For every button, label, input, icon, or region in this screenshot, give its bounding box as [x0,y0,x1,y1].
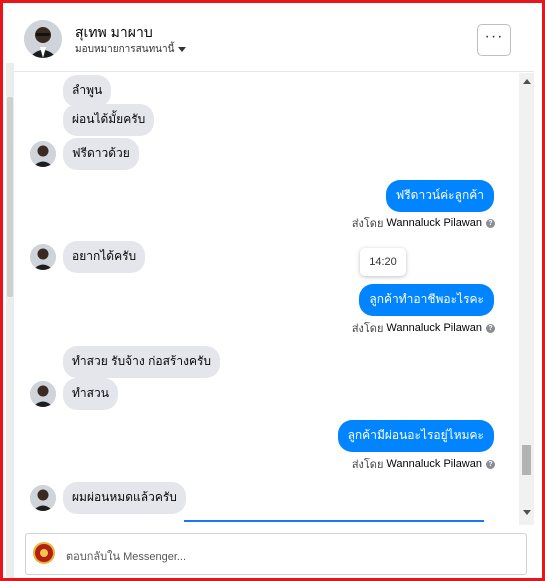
message-row: อยากได้ครับ [63,241,146,273]
sent-by-prefix: ส่งโดย [351,218,384,230]
reply-placeholder: ตอบกลับใน Messenger... [66,551,187,563]
info-icon[interactable]: ? [486,323,495,333]
assign-conversation-dropdown[interactable]: มอบหมายการสนทนานี้ [75,42,187,57]
screenshot-frame: สุเทพ มาผาบ มอบหมายการสนทนานี้ ··· ลำพูน… [0,0,545,581]
person-avatar-icon [30,485,56,511]
message-row: ผ่อนได้มั้ยครับ [63,104,155,136]
incoming-message[interactable]: ทำสวย รับจ้าง ก่อสร้างครับ [63,346,221,378]
sent-by-label: ส่งโดย Wannaluck Pilawan? [352,319,495,337]
person-avatar-icon [24,20,62,58]
contact-name[interactable]: สุเทพ มาผาบ [75,22,153,44]
assign-label: มอบหมายการสนทนานี้ [75,44,175,55]
message-row: ทำสวย รับจ้าง ก่อสร้างครับ [63,346,221,378]
sender-avatar[interactable] [30,381,56,407]
outgoing-message[interactable]: ลูกค้ามีผ่อนอะไรอยู่ไหมคะ [337,420,494,452]
message-row: ลูกค้าทำอาชีพอะไรคะ [359,284,494,316]
sent-by-prefix: ส่งโดย [351,323,384,335]
incoming-message[interactable]: ผมผ่อนหมดแล้วครับ [63,482,186,514]
agent-name[interactable]: Wannaluck Pilawan [386,322,482,334]
left-scroll-strip [6,63,14,578]
incoming-message[interactable]: อยากได้ครับ [63,241,146,273]
sender-avatar[interactable] [30,485,56,511]
thread-scrollbar[interactable] [519,73,534,525]
outgoing-message[interactable]: ฟรีดาวน์ค่ะลูกค้า [385,180,494,212]
message-row: ทำสวน [63,378,118,410]
scroll-down-icon[interactable] [523,510,531,515]
person-avatar-icon [30,244,56,270]
scroll-up-icon[interactable] [523,79,531,84]
message-thread: ลำพูน ผ่อนได้มั้ยครับ ฟรีดาวด้วย ฟรีดาวน… [14,73,519,525]
ellipsis-icon: ··· [484,28,504,45]
composer-area: ตอบกลับใน Messenger... [14,525,534,578]
message-row: ผมผ่อนหมดแล้วครับ [63,482,186,514]
sent-by-label: ส่งโดย Wannaluck Pilawan? [352,214,495,232]
sender-avatar[interactable] [30,244,56,270]
more-options-button[interactable]: ··· [477,24,511,56]
person-avatar-icon [30,381,56,407]
incoming-message[interactable]: ทำสวน [63,378,118,410]
incoming-message[interactable]: ฟรีดาวด้วย [63,138,139,170]
message-row: ฟรีดาวด้วย [63,138,139,170]
sender-avatar[interactable] [30,141,56,167]
left-scroll-thumb[interactable] [7,97,13,297]
info-icon[interactable]: ? [486,459,495,469]
contact-avatar[interactable] [24,20,62,58]
message-row: ฟรีดาวน์ค่ะลูกค้า [385,180,494,212]
incoming-message[interactable]: ลำพูน [63,75,112,107]
message-row: ลูกค้ามีผ่อนอะไรอยู่ไหมคะ [337,420,494,452]
agent-name[interactable]: Wannaluck Pilawan [386,458,482,470]
chevron-down-icon [178,46,187,52]
scroll-thumb[interactable] [522,445,531,475]
person-avatar-icon [30,141,56,167]
timestamp-tooltip: 14:20 [360,248,406,276]
agent-name[interactable]: Wannaluck Pilawan [386,217,482,229]
page-avatar-icon [33,542,55,564]
conversation-header: สุเทพ มาผาบ มอบหมายการสนทนานี้ ··· [14,6,534,72]
sent-by-prefix: ส่งโดย [351,459,384,471]
partial-card-edge [184,520,484,522]
reply-input[interactable]: ตอบกลับใน Messenger... [25,533,527,575]
sent-by-label: ส่งโดย Wannaluck Pilawan? [352,455,495,473]
outgoing-message[interactable]: ลูกค้าทำอาชีพอะไรคะ [359,284,494,316]
message-row: ลำพูน [63,75,112,107]
info-icon[interactable]: ? [486,218,495,228]
incoming-message[interactable]: ผ่อนได้มั้ยครับ [63,104,155,136]
